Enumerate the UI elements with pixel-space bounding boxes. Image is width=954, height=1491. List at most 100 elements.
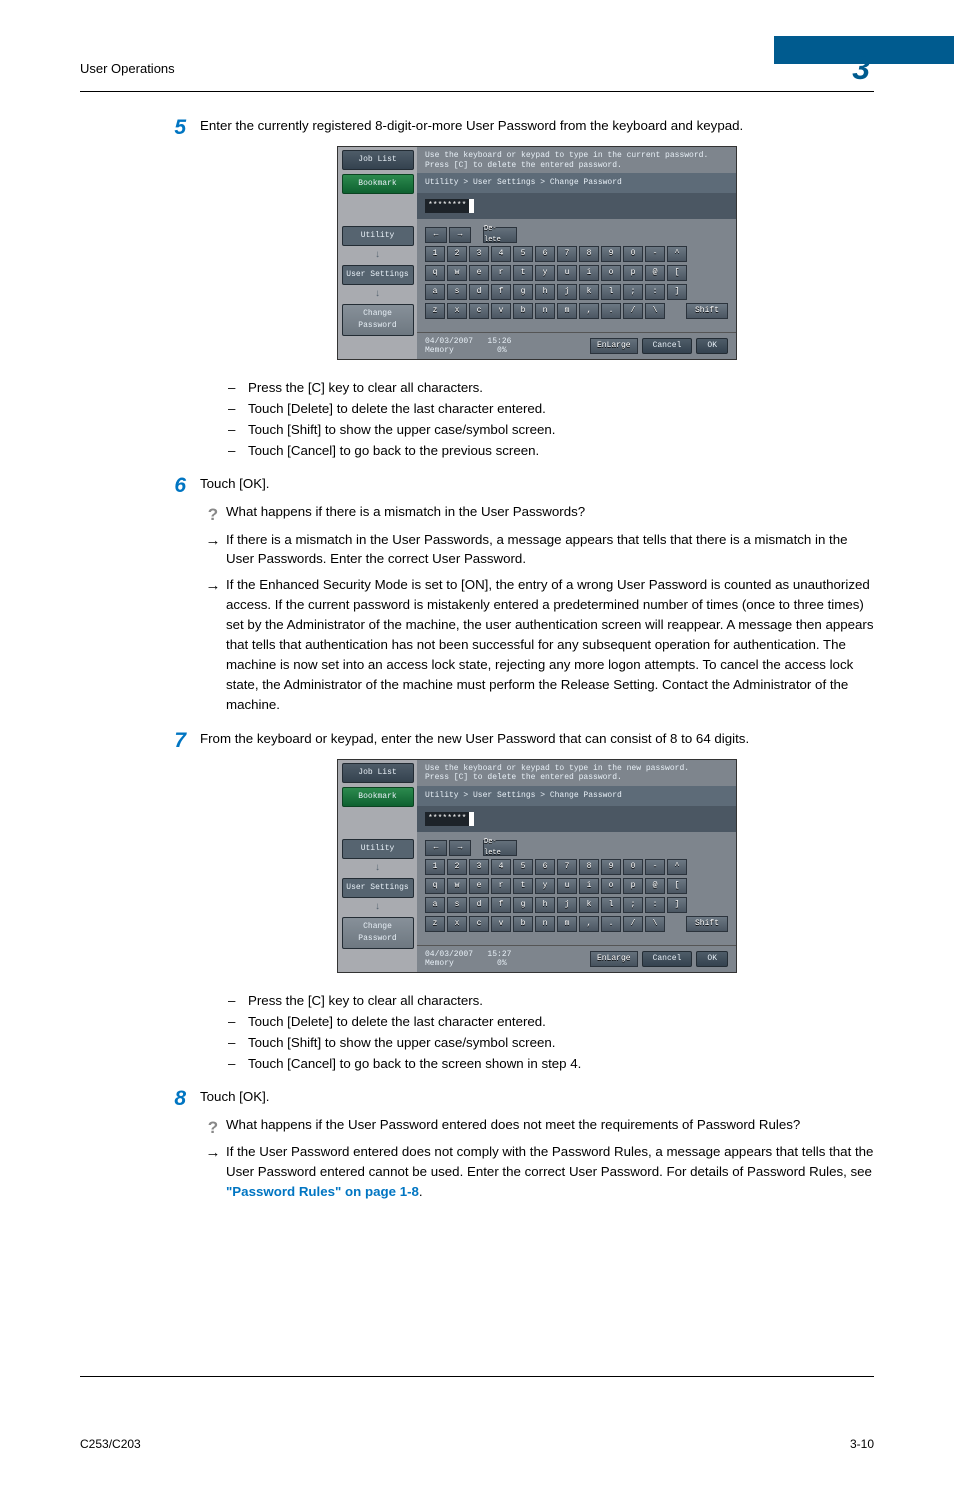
- keyboard-key[interactable]: a: [425, 284, 445, 300]
- keyboard-key[interactable]: p: [623, 878, 643, 894]
- changepassword-crumb[interactable]: Change Password: [342, 917, 414, 949]
- keyboard-key[interactable]: s: [447, 897, 467, 913]
- keyboard-key[interactable]: q: [425, 265, 445, 281]
- keyboard-key[interactable]: -: [645, 246, 665, 262]
- keyboard-key[interactable]: \: [645, 303, 665, 319]
- keyboard-key[interactable]: b: [513, 303, 533, 319]
- usersettings-crumb[interactable]: User Settings: [342, 265, 414, 285]
- right-arrow-key[interactable]: →: [449, 840, 471, 856]
- keyboard-key[interactable]: k: [579, 284, 599, 300]
- keyboard-key[interactable]: c: [469, 916, 489, 932]
- keyboard-key[interactable]: ^: [667, 246, 687, 262]
- keyboard-key[interactable]: h: [535, 897, 555, 913]
- keyboard-key[interactable]: x: [447, 303, 467, 319]
- keyboard-key[interactable]: n: [535, 303, 555, 319]
- keyboard-key[interactable]: :: [645, 284, 665, 300]
- keyboard-key[interactable]: ]: [667, 284, 687, 300]
- keyboard-key[interactable]: x: [447, 916, 467, 932]
- delete-key[interactable]: De- lete: [483, 840, 517, 856]
- keyboard-key[interactable]: [: [667, 878, 687, 894]
- keyboard-key[interactable]: l: [601, 897, 621, 913]
- keyboard-key[interactable]: 1: [425, 246, 445, 262]
- keyboard-key[interactable]: 6: [535, 859, 555, 875]
- keyboard-key[interactable]: 4: [491, 246, 511, 262]
- keyboard-key[interactable]: .: [601, 916, 621, 932]
- shift-key[interactable]: Shift: [686, 916, 728, 932]
- keyboard-key[interactable]: [: [667, 265, 687, 281]
- keyboard-key[interactable]: q: [425, 878, 445, 894]
- cancel-button[interactable]: Cancel: [642, 338, 693, 354]
- keyboard-key[interactable]: 2: [447, 859, 467, 875]
- keyboard-key[interactable]: j: [557, 897, 577, 913]
- shift-key[interactable]: Shift: [686, 303, 728, 319]
- keyboard-key[interactable]: z: [425, 303, 445, 319]
- keyboard-key[interactable]: :: [645, 897, 665, 913]
- keyboard-key[interactable]: ]: [667, 897, 687, 913]
- keyboard-key[interactable]: m: [557, 916, 577, 932]
- keyboard-key[interactable]: 0: [623, 859, 643, 875]
- keyboard-key[interactable]: r: [491, 878, 511, 894]
- keyboard-key[interactable]: i: [579, 878, 599, 894]
- keyboard-key[interactable]: c: [469, 303, 489, 319]
- keyboard-key[interactable]: u: [557, 265, 577, 281]
- changepassword-crumb[interactable]: Change Password: [342, 304, 414, 336]
- keyboard-key[interactable]: 4: [491, 859, 511, 875]
- keyboard-key[interactable]: g: [513, 284, 533, 300]
- enlarge-button[interactable]: EnLarge: [590, 951, 638, 967]
- keyboard-key[interactable]: e: [469, 878, 489, 894]
- keyboard-key[interactable]: 2: [447, 246, 467, 262]
- joblist-button[interactable]: Job List: [342, 763, 414, 783]
- password-rules-link[interactable]: "Password Rules" on page 1-8: [226, 1184, 419, 1199]
- keyboard-key[interactable]: 1: [425, 859, 445, 875]
- keyboard-key[interactable]: h: [535, 284, 555, 300]
- keyboard-key[interactable]: 7: [557, 246, 577, 262]
- keyboard-key[interactable]: g: [513, 897, 533, 913]
- keyboard-key[interactable]: ,: [579, 303, 599, 319]
- keyboard-key[interactable]: 0: [623, 246, 643, 262]
- keyboard-key[interactable]: .: [601, 303, 621, 319]
- keyboard-key[interactable]: 3: [469, 246, 489, 262]
- keyboard-key[interactable]: v: [491, 303, 511, 319]
- keyboard-key[interactable]: ^: [667, 859, 687, 875]
- keyboard-key[interactable]: r: [491, 265, 511, 281]
- keyboard-key[interactable]: w: [447, 265, 467, 281]
- keyboard-key[interactable]: o: [601, 265, 621, 281]
- keyboard-key[interactable]: t: [513, 265, 533, 281]
- keyboard-key[interactable]: w: [447, 878, 467, 894]
- keyboard-key[interactable]: n: [535, 916, 555, 932]
- keyboard-key[interactable]: b: [513, 916, 533, 932]
- keyboard-key[interactable]: o: [601, 878, 621, 894]
- keyboard-key[interactable]: s: [447, 284, 467, 300]
- utility-crumb[interactable]: Utility: [342, 226, 414, 246]
- keyboard-key[interactable]: f: [491, 897, 511, 913]
- keyboard-key[interactable]: ;: [623, 284, 643, 300]
- password-input[interactable]: ********: [425, 199, 474, 213]
- right-arrow-key[interactable]: →: [449, 227, 471, 243]
- usersettings-crumb[interactable]: User Settings: [342, 878, 414, 898]
- ok-button[interactable]: OK: [696, 338, 728, 354]
- keyboard-key[interactable]: /: [623, 303, 643, 319]
- keyboard-key[interactable]: v: [491, 916, 511, 932]
- password-input[interactable]: ********: [425, 812, 474, 826]
- keyboard-key[interactable]: l: [601, 284, 621, 300]
- keyboard-key[interactable]: 8: [579, 246, 599, 262]
- keyboard-key[interactable]: z: [425, 916, 445, 932]
- keyboard-key[interactable]: 9: [601, 246, 621, 262]
- keyboard-key[interactable]: y: [535, 878, 555, 894]
- keyboard-key[interactable]: ;: [623, 897, 643, 913]
- keyboard-key[interactable]: 7: [557, 859, 577, 875]
- keyboard-key[interactable]: 6: [535, 246, 555, 262]
- utility-crumb[interactable]: Utility: [342, 839, 414, 859]
- enlarge-button[interactable]: EnLarge: [590, 338, 638, 354]
- keyboard-key[interactable]: @: [645, 878, 665, 894]
- keyboard-key[interactable]: \: [645, 916, 665, 932]
- joblist-button[interactable]: Job List: [342, 150, 414, 170]
- keyboard-key[interactable]: k: [579, 897, 599, 913]
- cancel-button[interactable]: Cancel: [642, 951, 693, 967]
- ok-button[interactable]: OK: [696, 951, 728, 967]
- bookmark-button[interactable]: Bookmark: [342, 787, 414, 807]
- keyboard-key[interactable]: j: [557, 284, 577, 300]
- delete-key[interactable]: De- lete: [483, 227, 517, 243]
- keyboard-key[interactable]: m: [557, 303, 577, 319]
- keyboard-key[interactable]: a: [425, 897, 445, 913]
